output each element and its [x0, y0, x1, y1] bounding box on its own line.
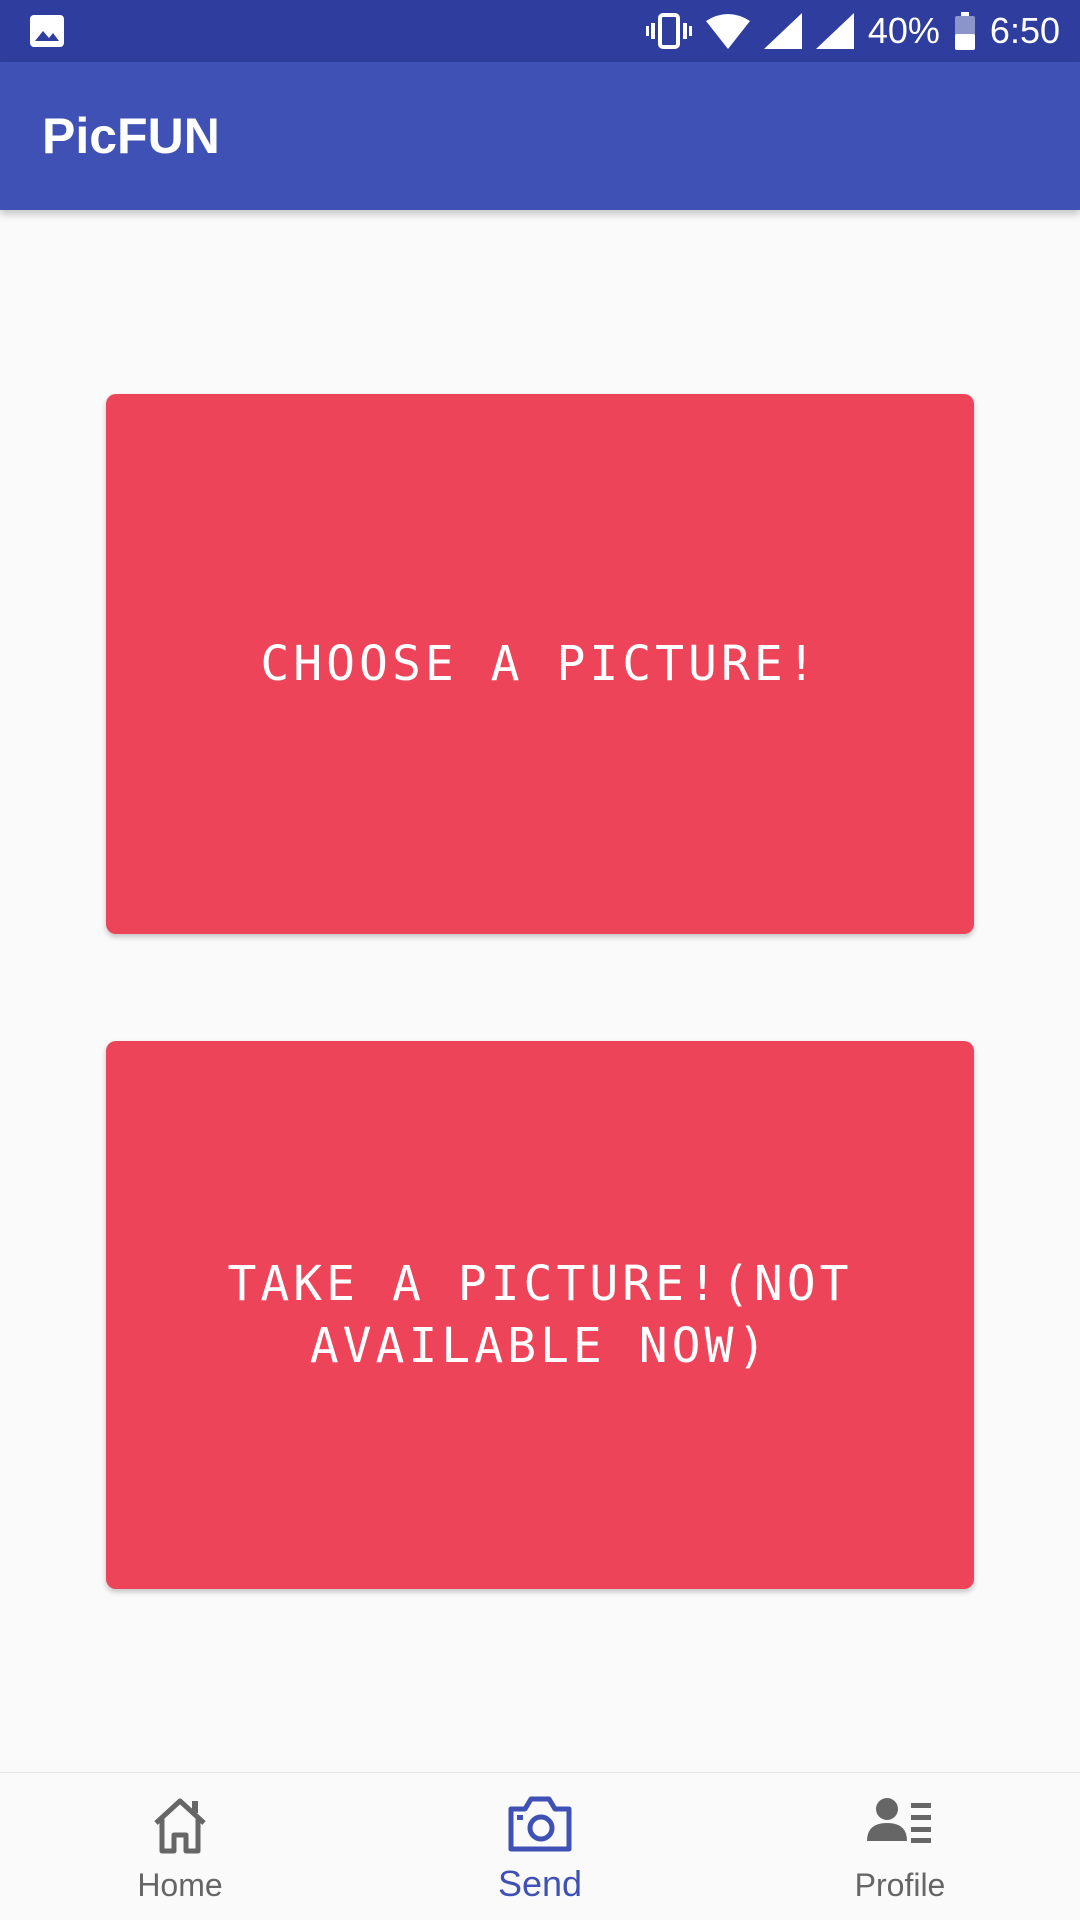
nav-label-profile: Profile [854, 1867, 946, 1903]
nav-item-send[interactable]: Send [360, 1773, 720, 1920]
app-title: PicFUN [42, 108, 220, 164]
profile-icon [867, 1798, 931, 1843]
nav-label-home: Home [137, 1867, 223, 1903]
wifi-icon [705, 14, 750, 49]
choose-picture-label: CHOOSE A PICTURE! [260, 636, 820, 692]
home-icon [154, 1798, 206, 1854]
screen: 40% 6:50 PicFUN CHOOSE A PICTURE! TAKE A… [0, 0, 1080, 1920]
nav-item-home[interactable]: Home [0, 1773, 360, 1920]
status-bar: 40% 6:50 [0, 0, 1080, 62]
signal-icon [763, 13, 802, 49]
signal-icon [815, 13, 854, 49]
take-picture-label: TAKE A PICTURE!(NOT AVAILABLE NOW) [227, 1256, 853, 1374]
battery-percent: 40% [867, 10, 940, 51]
app-bar: PicFUN [0, 62, 1080, 210]
camera-icon [508, 1796, 572, 1852]
take-picture-button[interactable]: TAKE A PICTURE!(NOT AVAILABLE NOW) [106, 1041, 974, 1589]
nav-item-profile[interactable]: Profile [720, 1773, 1080, 1920]
vibrate-icon [645, 13, 692, 49]
bottom-navigation: Home Send Profile [0, 1772, 1080, 1920]
status-icons: 40% 6:50 [645, 0, 1060, 62]
choose-picture-button[interactable]: CHOOSE A PICTURE! [106, 394, 974, 934]
nav-label-send: Send [497, 1863, 583, 1904]
image-notification-icon [30, 15, 64, 47]
battery-icon [954, 12, 975, 50]
clock: 6:50 [989, 10, 1060, 51]
